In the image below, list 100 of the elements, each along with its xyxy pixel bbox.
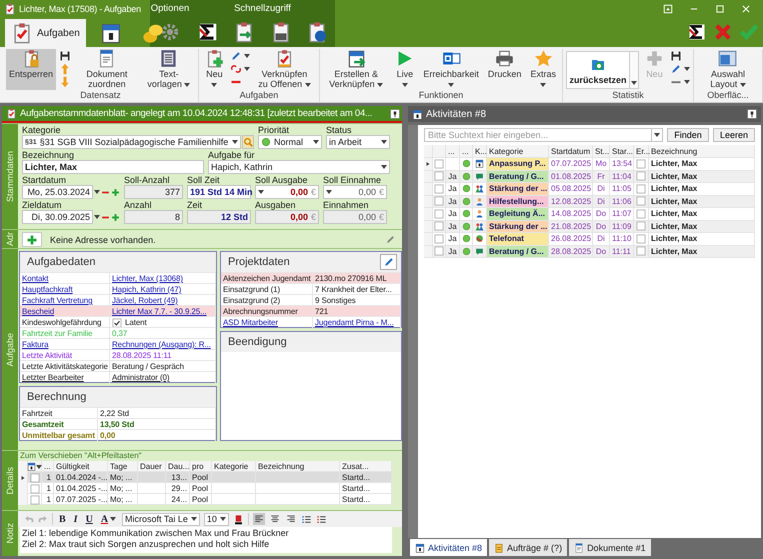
save-icon[interactable]: [670, 50, 682, 62]
title-field[interactable]: Lichter, Max: [22, 160, 204, 174]
checkbox[interactable]: [636, 221, 646, 232]
font-dropdown[interactable]: Microsoft Tai Le: [122, 512, 200, 526]
check-icon[interactable]: [739, 22, 759, 42]
ribbon-button[interactable]: Entsperren: [6, 49, 56, 90]
context-tab[interactable]: Optionen: [150, 0, 190, 17]
bold-button[interactable]: B: [57, 514, 68, 524]
font-color-button[interactable]: A: [98, 514, 118, 524]
checkbox[interactable]: [112, 318, 122, 328]
align-button[interactable]: [252, 513, 265, 525]
checkbox[interactable]: [636, 196, 646, 206]
panel-tab[interactable]: Dokumente #1: [569, 539, 651, 556]
amount-field[interactable]: 0,00 €: [323, 210, 387, 224]
search-button[interactable]: [242, 135, 254, 149]
checkbox[interactable]: [434, 184, 444, 194]
column-header[interactable]: ...: [460, 145, 473, 157]
amount-field[interactable]: 0,00 €: [323, 185, 387, 199]
column-header[interactable]: St...: [593, 145, 610, 157]
column-header[interactable]: Er...: [634, 145, 649, 157]
ribbon-button[interactable]: Verknüpfen zu Offenen: [252, 49, 316, 90]
link[interactable]: Lichter Max 7.7. - 30.9.25...: [110, 306, 216, 317]
column-header[interactable]: Star...: [610, 145, 634, 157]
checkbox[interactable]: [434, 158, 444, 169]
link[interactable]: Hauptfachkraft: [20, 284, 110, 295]
column-header[interactable]: K...: [473, 145, 487, 157]
context-tab[interactable]: Schnellzugriff: [190, 0, 335, 17]
amount-field[interactable]: 0,00 €: [255, 210, 319, 224]
caret-icon[interactable]: [244, 54, 250, 58]
checkbox[interactable]: [636, 184, 646, 194]
checkbox[interactable]: [30, 484, 40, 494]
close-icon[interactable]: [741, 4, 751, 14]
ribbon-button[interactable]: Text-vorlagen: [142, 49, 195, 90]
ribbon-button[interactable]: Live: [392, 49, 418, 90]
count-field[interactable]: 377: [124, 185, 183, 199]
panel-tab[interactable]: Aufträge # (?): [489, 539, 568, 556]
amount-field[interactable]: 0,00 €: [255, 185, 319, 199]
row-selector[interactable]: [424, 158, 433, 170]
checkbox[interactable]: [434, 246, 444, 256]
align-button[interactable]: [268, 513, 281, 525]
column-header[interactable]: ...: [446, 145, 460, 157]
link[interactable]: Faktura: [20, 339, 110, 350]
settings-icon[interactable]: [160, 22, 180, 42]
column-header[interactable]: Kategorie: [487, 145, 549, 157]
time-field[interactable]: 12 Std: [187, 210, 251, 224]
ribbon-button[interactable]: Erstellen & Verknüpfen: [323, 49, 390, 90]
dropdown-button[interactable]: [651, 128, 663, 142]
ribbon-button[interactable]: Drucken: [484, 49, 524, 90]
caret-icon[interactable]: [36, 464, 42, 468]
assignee-dropdown[interactable]: Hapich, Kathrin: [208, 160, 390, 174]
checkbox[interactable]: [636, 158, 646, 169]
pen-icon[interactable]: [230, 50, 242, 62]
panel-tab[interactable]: Aktivitäten #8: [410, 539, 488, 556]
add-button[interactable]: [22, 232, 42, 247]
caret-icon[interactable]: [244, 67, 250, 71]
ribbon-button[interactable]: Neu: [202, 49, 227, 90]
caret-icon[interactable]: [326, 190, 332, 194]
link[interactable]: Jugendamt Pirna - M...: [313, 317, 401, 328]
link[interactable]: Kontakt: [20, 273, 110, 284]
text-editor[interactable]: Ziel 1: lebendige Kommunikation zwischen Max und Frau Brückner Ziel 2: Max traut sich Sorgen anzusprechen und holt sich Hilfe: [20, 527, 392, 553]
link[interactable]: Rechnungen (Ausgang): R...: [110, 339, 216, 350]
link[interactable]: ASD Mitarbeiter: [221, 317, 313, 328]
caret-icon[interactable]: [684, 80, 690, 84]
maximize-icon[interactable]: [715, 4, 725, 14]
list-icon[interactable]: [300, 514, 312, 524]
checkbox[interactable]: [30, 472, 40, 482]
caret-icon[interactable]: [684, 67, 690, 71]
align-button[interactable]: [284, 513, 297, 525]
calendar-icon[interactable]: [27, 462, 36, 471]
clear-button[interactable]: Leeren: [713, 128, 755, 142]
time-field[interactable]: 191 Std 14 Min: [187, 185, 251, 199]
checkbox[interactable]: [434, 171, 444, 182]
underline-button[interactable]: U: [84, 514, 95, 524]
checkbox[interactable]: [434, 221, 444, 232]
restore-icon[interactable]: [663, 4, 673, 14]
ribbon-button[interactable]: Auswahl Layout: [696, 49, 759, 90]
search-field[interactable]: Bitte Suchtext hier eingeben...: [424, 128, 651, 142]
save-icon[interactable]: [59, 50, 72, 62]
edit-icon[interactable]: [385, 234, 396, 245]
checkbox[interactable]: [636, 171, 646, 182]
caret-icon[interactable]: [258, 190, 264, 194]
highlight-icon[interactable]: [232, 514, 244, 524]
ribbon-button[interactable]: Dokument zuordnen: [74, 49, 140, 90]
checkbox[interactable]: [636, 246, 646, 256]
column-header[interactable]: Startdatum: [549, 145, 593, 157]
checkbox[interactable]: [636, 208, 646, 219]
find-button[interactable]: Finden: [667, 128, 709, 142]
date-field[interactable]: Mo, 25.03.2024: [22, 185, 93, 199]
pin-icon[interactable]: [390, 108, 400, 118]
count-field[interactable]: 8: [124, 210, 183, 224]
checkbox[interactable]: [434, 208, 444, 219]
ribbon-button[interactable]: Extras: [527, 49, 559, 90]
priority-dropdown[interactable]: Normal: [258, 135, 322, 149]
pen-icon[interactable]: [670, 63, 682, 75]
checkbox[interactable]: [30, 494, 40, 504]
list-icon[interactable]: [316, 514, 327, 524]
link[interactable]: Hapich, Kathrin (47): [110, 284, 216, 295]
plus-icon[interactable]: [111, 212, 120, 222]
status-dropdown[interactable]: in Arbeit: [326, 135, 390, 149]
checkbox[interactable]: [636, 234, 646, 244]
